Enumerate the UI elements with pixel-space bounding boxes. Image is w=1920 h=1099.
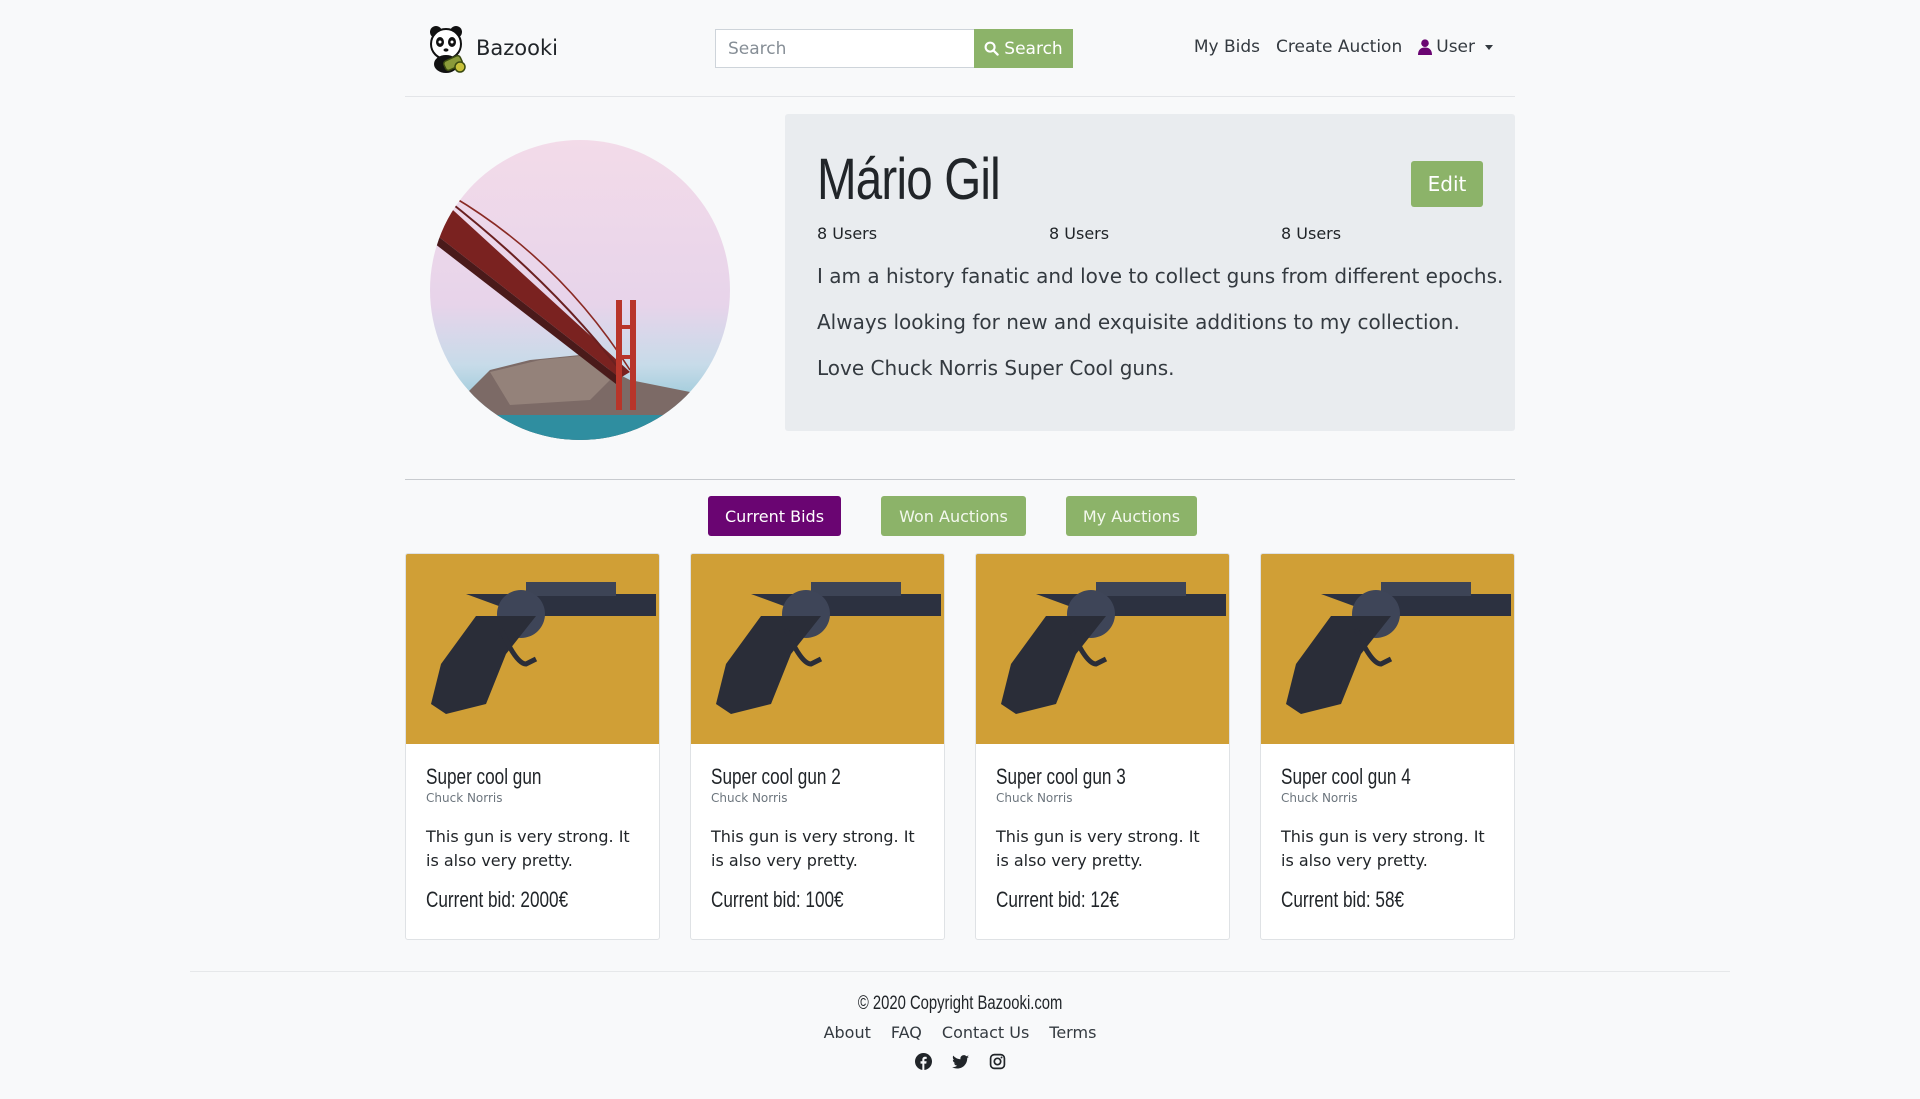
footer-terms-link[interactable]: Terms xyxy=(1049,1023,1096,1042)
card-title[interactable]: Super cool gun 4 xyxy=(1281,764,1411,790)
footer-links: About FAQ Contact Us Terms xyxy=(0,1023,1920,1042)
section-divider xyxy=(405,479,1515,480)
stat-users-2: 8 Users xyxy=(1049,224,1110,243)
brand[interactable]: Bazooki xyxy=(426,20,558,76)
card-seller: Chuck Norris xyxy=(1281,791,1358,805)
search-button-label: Search xyxy=(1004,38,1063,59)
bio-line-1: I am a history fanatic and love to colle… xyxy=(817,264,1504,288)
card-description: This gun is very strong. It is also very… xyxy=(996,827,1200,870)
tab-my-auctions[interactable]: My Auctions xyxy=(1066,496,1197,536)
user-icon xyxy=(1418,39,1433,55)
navbar: Bazooki Search My Bids Create Auction Us… xyxy=(405,0,1515,97)
footer-faq-link[interactable]: FAQ xyxy=(891,1023,922,1042)
card-description: This gun is very strong. It is also very… xyxy=(711,827,915,870)
bio-line-2: Always looking for new and exquisite add… xyxy=(817,310,1460,334)
nav-links: My Bids Create Auction User xyxy=(1194,37,1493,57)
nav-my-bids[interactable]: My Bids xyxy=(1194,37,1260,57)
auction-card[interactable]: Super cool gun 3 Chuck Norris This gun i… xyxy=(975,553,1230,940)
auction-card[interactable]: Super cool gun 2 Chuck Norris This gun i… xyxy=(690,553,945,940)
profile-name: Mário Gil xyxy=(817,147,1001,212)
search-button[interactable]: Search xyxy=(974,29,1073,68)
nav-create-auction[interactable]: Create Auction xyxy=(1276,37,1402,57)
card-current-bid: Current bid: 58€ xyxy=(1281,887,1405,912)
card-current-bid: Current bid: 12€ xyxy=(996,887,1120,912)
twitter-icon[interactable] xyxy=(951,1053,969,1070)
edit-profile-button[interactable]: Edit xyxy=(1411,161,1483,207)
search-input[interactable] xyxy=(715,29,974,68)
card-seller: Chuck Norris xyxy=(996,791,1073,805)
revolver-image xyxy=(976,554,1229,744)
auction-card[interactable]: Super cool gun 4 Chuck Norris This gun i… xyxy=(1260,553,1515,940)
stat-users-1: 8 Users xyxy=(817,224,878,243)
revolver-image xyxy=(1261,554,1514,744)
search-icon xyxy=(984,41,1000,56)
revolver-image xyxy=(691,554,944,744)
footer-contact-link[interactable]: Contact Us xyxy=(942,1023,1029,1042)
copyright: © 2020 Copyright Bazooki.com xyxy=(0,993,1920,1015)
tab-won-auctions[interactable]: Won Auctions xyxy=(881,496,1026,536)
search-form: Search xyxy=(715,29,1073,68)
card-title[interactable]: Super cool gun xyxy=(426,764,541,790)
card-description: This gun is very strong. It is also very… xyxy=(426,827,630,870)
chevron-down-icon xyxy=(1485,44,1493,50)
card-title[interactable]: Super cool gun 3 xyxy=(996,764,1126,790)
bio-line-3: Love Chuck Norris Super Cool guns. xyxy=(817,356,1175,380)
user-dropdown[interactable]: User xyxy=(1418,37,1493,57)
stat-users-3: 8 Users xyxy=(1281,224,1342,243)
profile-card: Mário Gil Edit 8 Users 8 Users 8 Users I… xyxy=(785,114,1515,431)
card-title[interactable]: Super cool gun 2 xyxy=(711,764,841,790)
card-seller: Chuck Norris xyxy=(711,791,788,805)
card-current-bid: Current bid: 2000€ xyxy=(426,887,569,912)
revolver-image xyxy=(406,554,659,744)
bridge-photo xyxy=(430,140,730,440)
card-description: This gun is very strong. It is also very… xyxy=(1281,827,1485,870)
panda-logo-icon xyxy=(430,26,466,73)
social-links xyxy=(0,1053,1920,1070)
card-seller: Chuck Norris xyxy=(426,791,503,805)
tab-current-bids[interactable]: Current Bids xyxy=(708,496,841,536)
footer-divider xyxy=(190,971,1730,972)
profile-avatar xyxy=(430,140,730,440)
facebook-icon[interactable] xyxy=(914,1053,932,1070)
user-label: User xyxy=(1436,37,1475,57)
auction-card[interactable]: Super cool gun Chuck Norris This gun is … xyxy=(405,553,660,940)
instagram-icon[interactable] xyxy=(989,1053,1006,1070)
brand-name: Bazooki xyxy=(476,36,558,60)
copyright-text: © 2020 Copyright Bazooki.com xyxy=(857,993,1063,1014)
card-current-bid: Current bid: 100€ xyxy=(711,887,844,912)
footer-about-link[interactable]: About xyxy=(824,1023,871,1042)
